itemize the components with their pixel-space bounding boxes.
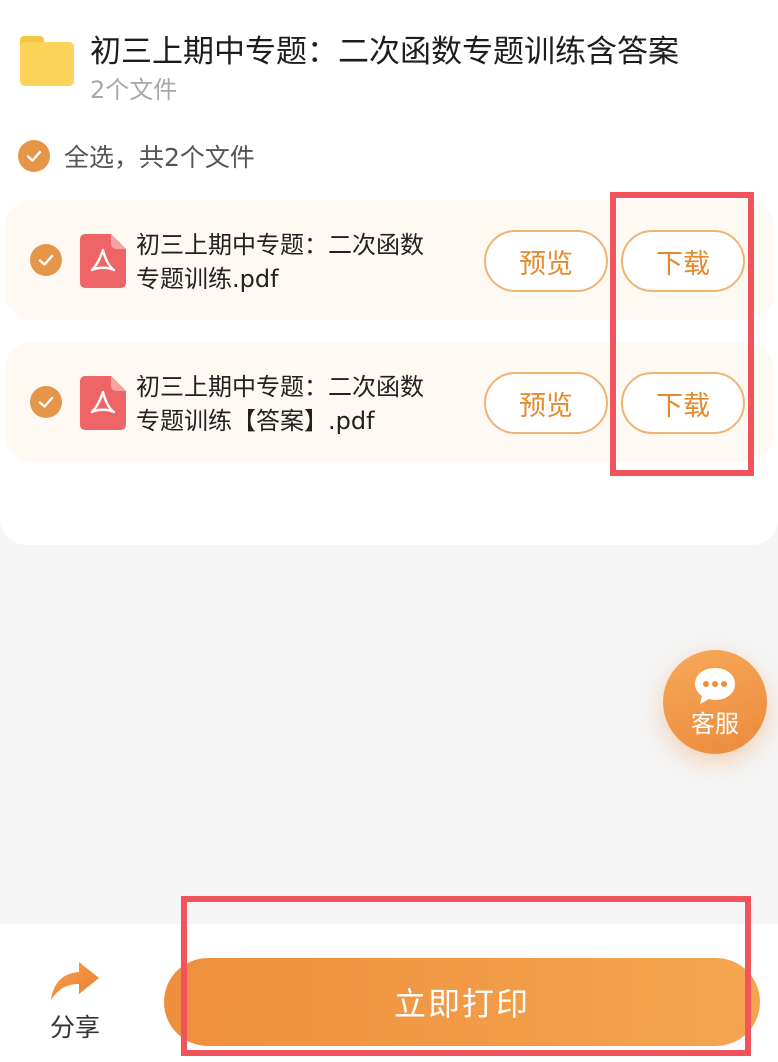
download-button[interactable]: 下载 [621,230,745,292]
file-item: 初三上期中专题：二次函数专题训练【答案】.pdf 预览 下载 [4,342,774,462]
select-all-label: 全选，共2个文件 [64,143,255,172]
customer-service-label: 客服 [691,709,739,738]
chat-bubble-icon [695,667,735,704]
share-arrow-icon [51,962,99,1000]
file-list-card: 初三上期中专题：二次函数专题训练含答案 2个文件 全选，共2个文件 初三上期中专… [0,0,778,545]
print-now-button[interactable]: 立即打印 [164,958,760,1046]
share-label: 分享 [49,1013,100,1042]
preview-button[interactable]: 预览 [484,372,608,434]
file-check-icon[interactable] [30,386,62,418]
folder-title: 初三上期中专题：二次函数专题训练含答案 [90,34,679,70]
file-check-icon[interactable] [30,244,62,276]
file-count: 2个文件 [90,76,178,104]
folder-header: 初三上期中专题：二次函数专题训练含答案 2个文件 [20,30,679,106]
file-item: 初三上期中专题：二次函数专题训练.pdf 预览 下载 [4,200,774,320]
file-name: 初三上期中专题：二次函数专题训练【答案】.pdf [136,373,424,435]
bottom-action-bar: 分享 立即打印 [0,924,778,1062]
check-icon [18,140,50,172]
share-button[interactable]: 分享 [40,960,110,1044]
select-all-toggle[interactable]: 全选，共2个文件 [18,138,255,174]
customer-service-button[interactable]: 客服 [663,650,767,754]
file-name: 初三上期中专题：二次函数专题训练.pdf [136,231,424,293]
preview-button[interactable]: 预览 [484,230,608,292]
page: 初三上期中专题：二次函数专题训练含答案 2个文件 全选，共2个文件 初三上期中专… [0,0,778,1062]
folder-icon [20,34,74,88]
download-button[interactable]: 下载 [621,372,745,434]
pdf-file-icon [80,234,126,288]
pdf-file-icon [80,376,126,430]
